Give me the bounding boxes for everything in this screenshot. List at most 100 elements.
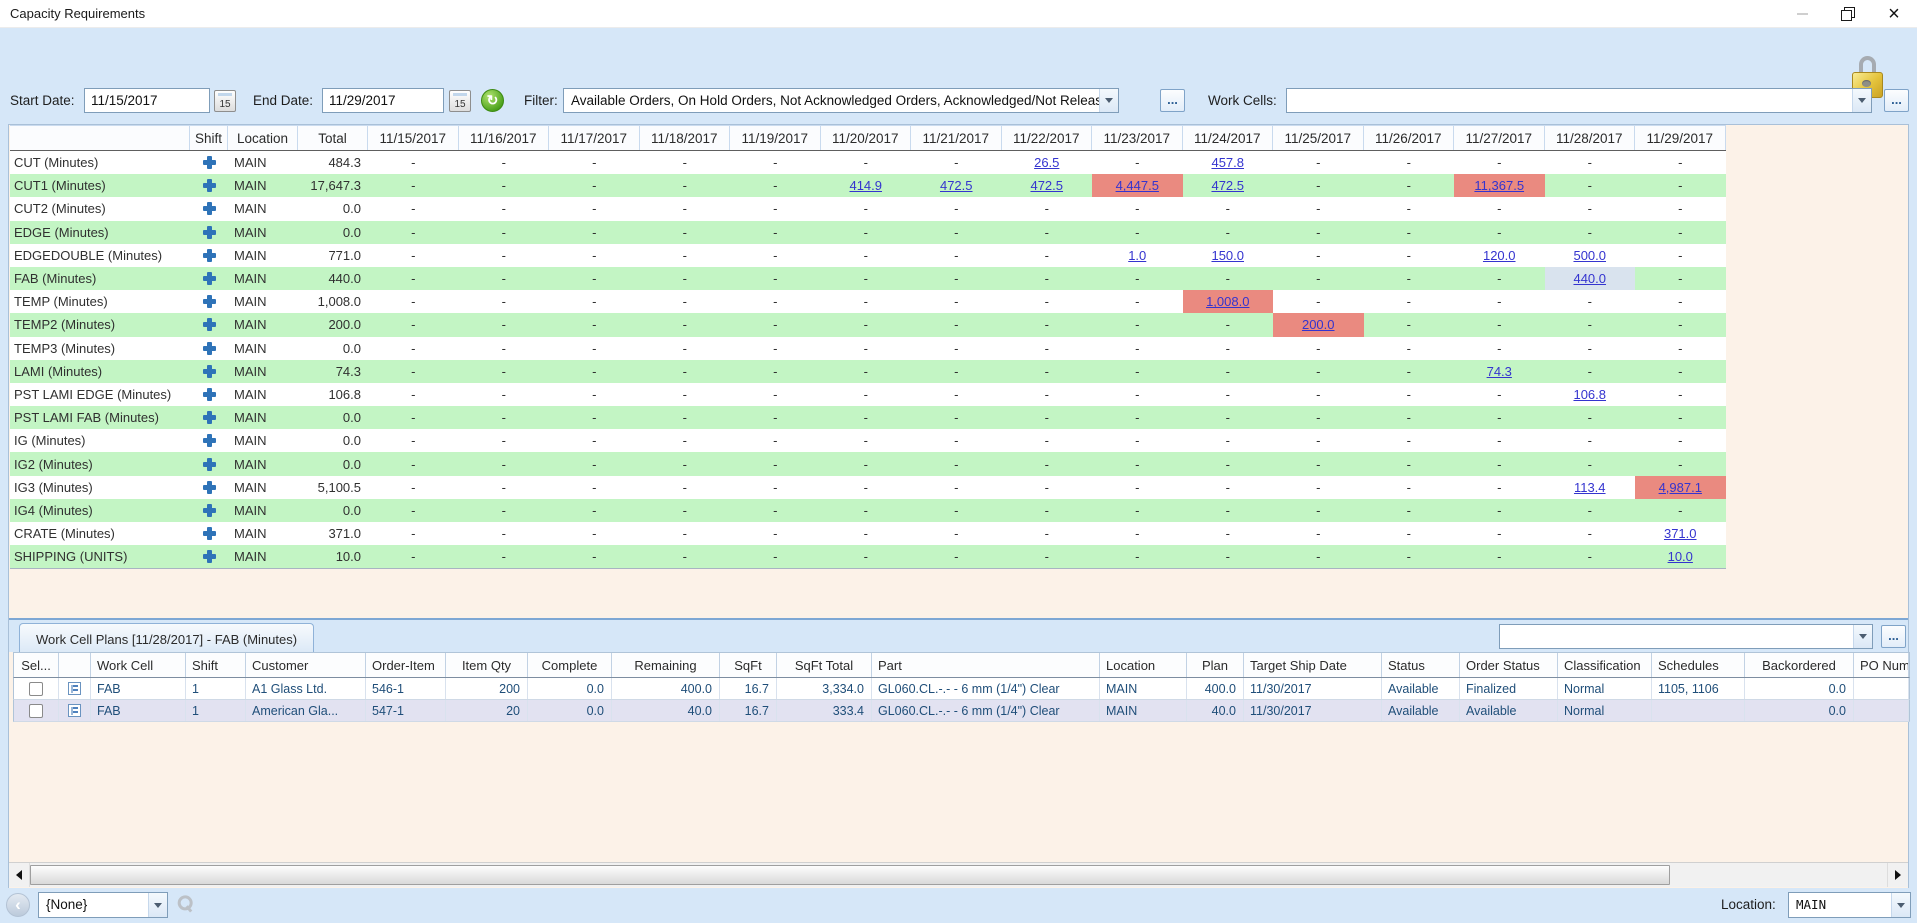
plans-column-header[interactable]: Complete [528,653,612,677]
plans-column-header[interactable]: Item Qty [446,653,528,677]
expand-plus-icon[interactable] [203,202,216,215]
scroll-left-button[interactable] [9,863,30,887]
capacity-value-cell[interactable]: 371.0 [1635,522,1726,545]
tab-work-cell-plans[interactable]: Work Cell Plans [11/28/2017] - FAB (Minu… [19,623,314,654]
end-date-input[interactable] [322,88,444,113]
expand-plus-icon[interactable] [203,295,216,308]
expand-plus-icon[interactable] [203,156,216,169]
start-date-input[interactable] [84,88,210,113]
capacity-value-cell[interactable]: 200.0 [1273,313,1364,336]
plans-selector[interactable] [1499,624,1873,649]
capacity-value-cell[interactable]: 74.3 [1454,360,1545,383]
scrollbar-thumb[interactable] [30,865,1670,885]
scroll-right-button[interactable] [1887,863,1908,887]
plans-column-header[interactable]: Target Ship Date [1244,653,1382,677]
capacity-value-link[interactable]: 1.0 [1128,248,1146,263]
capacity-value-cell[interactable]: 120.0 [1454,244,1545,267]
plans-column-header[interactable]: Sel... [14,653,59,677]
plans-column-header[interactable]: Customer [246,653,366,677]
capacity-value-cell[interactable]: 26.5 [1002,151,1093,174]
plans-column-header[interactable]: Backordered [1745,653,1854,677]
plans-column-header[interactable]: Remaining [612,653,720,677]
expand-plus-icon[interactable] [203,527,216,540]
expand-plus-icon[interactable] [203,388,216,401]
location-dropdown-button[interactable] [1891,893,1910,917]
capacity-value-cell[interactable]: 500.0 [1545,244,1636,267]
work-cells-dropdown-button[interactable] [1852,89,1871,112]
minimize-button[interactable] [1779,0,1825,27]
work-cells-more-button[interactable]: ... [1884,89,1909,112]
start-date-calendar-button[interactable]: 15 [214,90,236,112]
capacity-value-cell[interactable]: 1.0 [1092,244,1183,267]
expand-plus-icon[interactable] [203,458,216,471]
capacity-value-cell[interactable]: 472.5 [911,174,1002,197]
capacity-value-cell[interactable]: 457.8 [1183,151,1274,174]
plans-column-header[interactable]: SqFt [720,653,777,677]
plans-column-header[interactable]: Part [872,653,1100,677]
capacity-value-link[interactable]: 74.3 [1487,364,1512,379]
plans-column-header[interactable]: SqFt Total [777,653,872,677]
expand-plus-icon[interactable] [203,249,216,262]
capacity-value-link[interactable]: 472.5 [1211,178,1244,193]
work-cells-select[interactable] [1286,88,1872,113]
capacity-value-link[interactable]: 1,008.0 [1206,294,1249,309]
plans-column-header[interactable]: Work Cell [91,653,186,677]
capacity-value-link[interactable]: 371.0 [1664,526,1697,541]
preset-select[interactable]: {None} [38,892,168,918]
capacity-value-link[interactable]: 4,447.5 [1116,178,1159,193]
capacity-value-cell[interactable]: 1,008.0 [1183,290,1274,313]
plans-selector-dropdown-button[interactable] [1853,625,1872,648]
row-details-icon[interactable] [68,704,81,717]
capacity-value-link[interactable]: 4,987.1 [1659,480,1702,495]
capacity-value-cell[interactable]: 4,447.5 [1092,174,1183,197]
plans-column-header[interactable]: Shift [186,653,246,677]
capacity-value-link[interactable]: 11,367.5 [1474,178,1524,193]
filter-dropdown-button[interactable] [1099,89,1118,112]
capacity-value-cell[interactable]: 113.4 [1545,476,1636,499]
expand-plus-icon[interactable] [203,481,216,494]
expand-plus-icon[interactable] [203,365,216,378]
refresh-button[interactable]: ↻ [481,89,504,112]
expand-plus-icon[interactable] [203,318,216,331]
expand-plus-icon[interactable] [203,550,216,563]
capacity-value-cell[interactable]: 440.0 [1545,267,1636,290]
capacity-value-cell[interactable]: 11,367.5 [1454,174,1545,197]
plans-more-button[interactable]: ... [1881,625,1906,648]
capacity-value-link[interactable]: 500.0 [1573,248,1606,263]
plans-column-header[interactable]: Location [1100,653,1187,677]
row-select-checkbox[interactable] [29,704,43,718]
end-date-calendar-button[interactable]: 15 [449,90,471,112]
expand-plus-icon[interactable] [203,272,216,285]
plans-column-header[interactable]: Classification [1558,653,1652,677]
key-icon[interactable] [172,892,197,917]
restore-button[interactable] [1825,0,1871,27]
expand-plus-icon[interactable] [203,434,216,447]
plans-column-header[interactable]: PO Number [1854,653,1909,677]
capacity-value-link[interactable]: 414.9 [849,178,882,193]
capacity-value-link[interactable]: 26.5 [1034,155,1059,170]
capacity-value-cell[interactable]: 472.5 [1183,174,1274,197]
capacity-value-link[interactable]: 150.0 [1211,248,1244,263]
plans-column-header[interactable]: Status [1382,653,1460,677]
capacity-value-link[interactable]: 10.0 [1668,549,1693,564]
capacity-value-link[interactable]: 457.8 [1211,155,1244,170]
preset-dropdown-button[interactable] [148,893,167,917]
capacity-value-cell[interactable]: 4,987.1 [1635,476,1726,499]
plans-column-header[interactable]: Order-Item [366,653,446,677]
expand-plus-icon[interactable] [203,411,216,424]
location-select[interactable]: MAIN [1788,892,1911,918]
capacity-value-cell[interactable]: 106.8 [1545,383,1636,406]
plans-column-header[interactable]: Plan [1187,653,1244,677]
filter-select[interactable]: Available Orders, On Hold Orders, Not Ac… [563,88,1119,113]
capacity-value-link[interactable]: 472.5 [1030,178,1063,193]
horizontal-scrollbar[interactable] [9,862,1908,887]
capacity-value-link[interactable]: 106.8 [1573,387,1606,402]
capacity-value-cell[interactable]: 414.9 [821,174,912,197]
capacity-value-cell[interactable]: 10.0 [1635,545,1726,568]
capacity-value-link[interactable]: 472.5 [940,178,973,193]
capacity-value-link[interactable]: 440.0 [1573,271,1606,286]
close-button[interactable]: × [1871,0,1917,27]
row-select-checkbox[interactable] [29,682,43,696]
capacity-value-cell[interactable]: 472.5 [1002,174,1093,197]
expand-plus-icon[interactable] [203,504,216,517]
